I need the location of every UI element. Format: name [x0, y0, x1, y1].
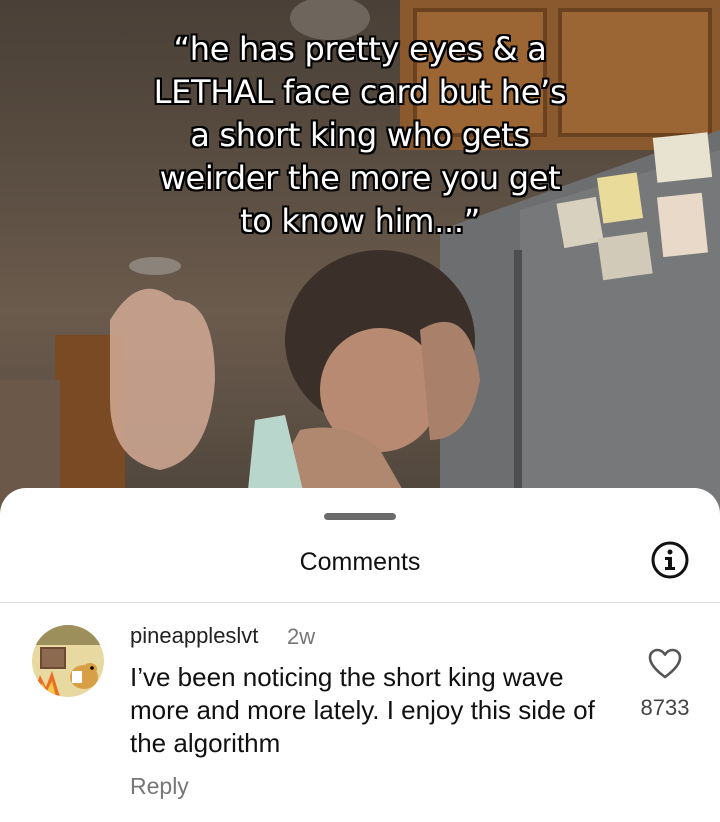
drag-handle[interactable]: [324, 513, 396, 520]
comment-timestamp: 2w: [287, 624, 316, 649]
screen: “he has pretty eyes & a LETHAL face card…: [0, 0, 720, 822]
avatar[interactable]: [32, 625, 104, 697]
comments-sheet: Comments pineappleslvt 2w I’ve been noti…: [0, 488, 720, 822]
comment-item: pineappleslvt 2w I’ve been noticing the …: [0, 603, 720, 822]
video-player[interactable]: “he has pretty eyes & a LETHAL face card…: [0, 0, 720, 520]
like-button[interactable]: [648, 647, 682, 681]
heart-outline-icon: [648, 648, 682, 679]
info-circle-icon: [651, 541, 689, 579]
reply-button[interactable]: Reply: [130, 773, 189, 800]
like-count: 8733: [640, 695, 690, 720]
this-is-fine-dog-avatar: [32, 625, 104, 697]
comment-username[interactable]: pineappleslvt: [130, 623, 258, 649]
comments-title: Comments: [299, 548, 421, 576]
video-caption: “he has pretty eyes & a LETHAL face card…: [153, 30, 567, 240]
comment-text: I’ve been noticing the short king wave m…: [130, 662, 595, 758]
info-button[interactable]: [650, 540, 690, 580]
